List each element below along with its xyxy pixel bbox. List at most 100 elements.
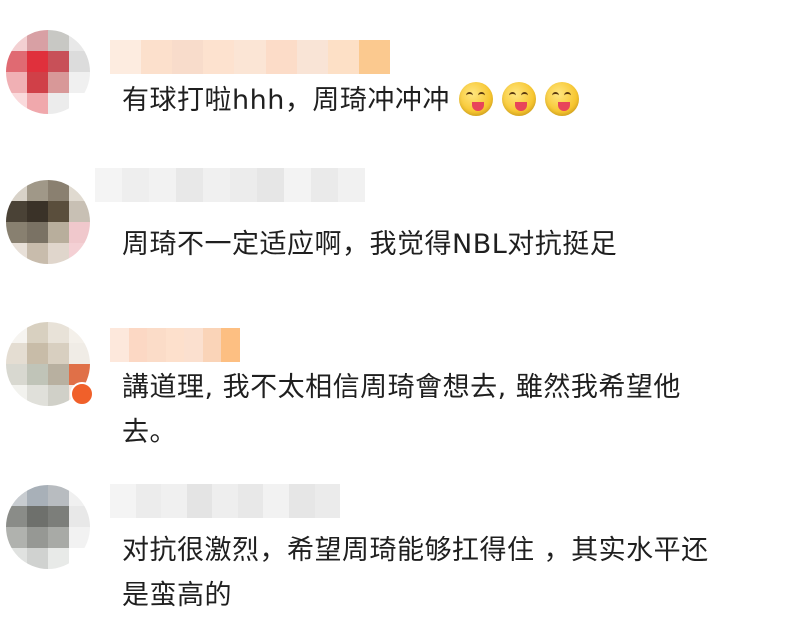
- avatar-pixel: [27, 201, 48, 222]
- comment-text: 講道理, 我不太相信周琦會想去, 雖然我希望他 去。: [122, 365, 681, 455]
- username-pixel: [288, 484, 315, 518]
- avatar-pixel: [27, 485, 48, 506]
- comment-item: 有球打啦hhh，周琦冲冲冲: [0, 0, 801, 150]
- yummy-face-icon: [458, 81, 493, 116]
- username-pixel: [257, 168, 284, 202]
- username-pixel: [358, 40, 390, 74]
- avatar-pixel: [27, 30, 48, 51]
- avatar-pixel: [6, 222, 27, 243]
- avatar-pixel: [27, 527, 48, 548]
- avatar-pixel: [6, 30, 27, 51]
- avatar-pixel: [48, 548, 69, 569]
- avatar-pixel: [48, 527, 69, 548]
- username-pixel: [165, 328, 185, 362]
- avatar-pixel: [6, 72, 27, 93]
- verified-badge-icon: [70, 382, 94, 406]
- yummy-face-icon: [501, 81, 536, 116]
- avatar-pixel: [69, 322, 90, 343]
- username-pixel: [186, 484, 213, 518]
- avatar-pixel: [48, 93, 69, 114]
- username-pixel: [237, 484, 264, 518]
- avatar-pixel: [6, 485, 27, 506]
- comment-item: 对抗很激烈，希望周琦能够扛得住 ，其实水平还 是蛮高的: [0, 470, 801, 639]
- avatar-pixel: [48, 385, 69, 406]
- avatar-pixel: [48, 322, 69, 343]
- username-pixel: [314, 484, 341, 518]
- comment-text-content: 周琦不一定适应啊，我觉得NBL对抗挺足: [122, 229, 618, 260]
- avatar-pixel: [48, 364, 69, 385]
- avatar-pixel: [48, 201, 69, 222]
- username-pixel: [110, 40, 142, 74]
- avatar-pixel: [27, 364, 48, 385]
- comment-item: 講道理, 我不太相信周琦會想去, 雖然我希望他 去。: [0, 310, 801, 470]
- username-blurred[interactable]: [110, 484, 341, 518]
- username-pixel: [230, 168, 257, 202]
- username-blurred[interactable]: [95, 168, 365, 202]
- avatar-pixel: [6, 51, 27, 72]
- avatar-pixel: [27, 93, 48, 114]
- avatar-pixel: [6, 180, 27, 201]
- username-pixel: [202, 328, 222, 362]
- username-pixel: [338, 168, 365, 202]
- avatar[interactable]: [6, 485, 90, 569]
- avatar-pixel: [69, 201, 90, 222]
- username-pixel: [263, 484, 289, 518]
- username-pixel: [265, 40, 297, 74]
- avatar-pixel: [27, 243, 48, 264]
- username-pixel: [221, 328, 241, 362]
- avatar-pixel: [27, 322, 48, 343]
- avatar-pixel: [69, 51, 90, 72]
- username-pixel: [203, 40, 235, 74]
- avatar-pixel: [48, 485, 69, 506]
- comment-text: 周琦不一定适应啊，我觉得NBL对抗挺足: [122, 222, 617, 267]
- username-pixel: [172, 40, 204, 74]
- comment-text-content: 有球打啦hhh，周琦冲冲冲: [122, 85, 450, 116]
- avatar-pixel: [27, 180, 48, 201]
- username-pixel: [161, 484, 187, 518]
- username-pixel: [110, 328, 129, 362]
- avatar-pixel: [69, 485, 90, 506]
- username-pixel: [296, 40, 328, 74]
- avatar-pixel: [48, 243, 69, 264]
- comment-text-line: 講道理, 我不太相信周琦會想去, 雖然我希望他: [122, 372, 681, 403]
- username-pixel: [311, 168, 338, 202]
- avatar-pixel: [27, 72, 48, 93]
- username-blurred[interactable]: [110, 328, 241, 362]
- avatar[interactable]: [6, 180, 90, 264]
- comment-item: 周琦不一定适应啊，我觉得NBL对抗挺足: [0, 150, 801, 310]
- username-pixel: [147, 328, 166, 362]
- avatar-pixel: [48, 30, 69, 51]
- avatar-pixel: [6, 201, 27, 222]
- username-pixel: [327, 40, 359, 74]
- username-pixel: [212, 484, 238, 518]
- username-pixel: [135, 484, 162, 518]
- comment-text: 对抗很激烈，希望周琦能够扛得住 ，其实水平还 是蛮高的: [122, 528, 709, 618]
- avatar-pixel: [27, 51, 48, 72]
- avatar-pixel: [48, 222, 69, 243]
- avatar-pixel: [69, 222, 90, 243]
- avatar-pixel: [6, 548, 27, 569]
- avatar-pixel: [6, 243, 27, 264]
- avatar-pixel: [69, 93, 90, 114]
- avatar-pixel: [48, 72, 69, 93]
- username-pixel: [203, 168, 230, 202]
- username-blurred[interactable]: [110, 40, 390, 74]
- avatar-pixel: [27, 548, 48, 569]
- comment-text-line: 去。: [122, 417, 177, 448]
- avatar-pixel: [6, 527, 27, 548]
- avatar-pixel: [69, 548, 90, 569]
- avatar-pixel: [6, 364, 27, 385]
- avatar-pixel: [6, 385, 27, 406]
- avatar-pixel: [48, 51, 69, 72]
- username-pixel: [176, 168, 203, 202]
- comment-text-line: 是蛮高的: [122, 580, 232, 611]
- username-pixel: [95, 168, 122, 202]
- username-pixel: [234, 40, 266, 74]
- yummy-face-icon: [544, 81, 579, 116]
- avatar-pixel: [69, 506, 90, 527]
- username-pixel: [184, 328, 203, 362]
- avatar-pixel: [69, 527, 90, 548]
- avatar-pixel: [6, 343, 27, 364]
- username-pixel: [149, 168, 176, 202]
- avatar[interactable]: [6, 30, 90, 114]
